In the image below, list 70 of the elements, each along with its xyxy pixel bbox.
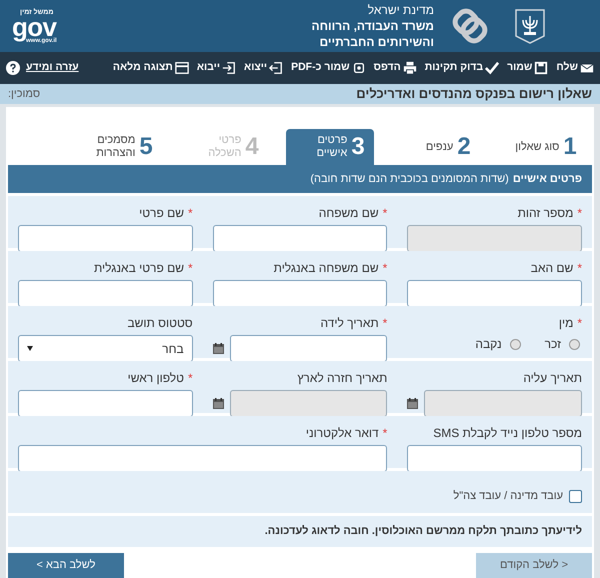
toolbar-button[interactable]: בדוק תקינות <box>424 60 500 76</box>
radio-button[interactable] <box>510 338 521 350</box>
text-field[interactable] <box>212 225 388 252</box>
ministry-name: משרד העבודה, הרווחה <box>311 18 434 34</box>
required-mark: * <box>382 262 388 274</box>
field-label: סטטוס תושב <box>127 315 193 332</box>
checkbox[interactable] <box>569 490 582 502</box>
printer-icon <box>402 61 417 75</box>
field-label: מספר זהות <box>518 205 574 222</box>
text-field[interactable] <box>407 445 582 472</box>
window-icon <box>174 61 189 75</box>
section-note: (שדות המסומנים בכוכבית הנם שדות חובה) <box>310 172 509 187</box>
calendar-icon[interactable] <box>407 398 418 409</box>
state-name: מדינת ישראל <box>366 2 434 18</box>
text-field[interactable] <box>18 390 193 417</box>
radio-button[interactable] <box>569 338 580 350</box>
required-mark: * <box>188 207 193 219</box>
checkmark-icon <box>485 61 500 75</box>
required-mark: * <box>577 207 582 219</box>
text-field[interactable] <box>212 280 388 307</box>
required-mark: * <box>577 317 582 329</box>
calendar-icon[interactable] <box>212 343 224 354</box>
field-label: שם פרטי <box>139 205 184 222</box>
dropdown-arrow-icon <box>27 346 33 351</box>
toolbar-button[interactable]: תצוגה מלאה <box>112 60 189 76</box>
toolbar-button[interactable]: ייצוא <box>244 60 284 76</box>
required-mark: * <box>188 372 193 384</box>
required-mark: * <box>188 262 193 274</box>
reference-label: סמוכין: <box>8 86 40 102</box>
export-icon <box>269 61 284 75</box>
checkbox-label: עובד מדינה / עובד צה"ל <box>453 488 563 504</box>
required-mark: * <box>382 207 388 219</box>
section-title: פרטים אישיים <box>512 172 582 187</box>
form-title: שאלון רישום בפנקס מהנדסים ואדריכלים <box>356 85 592 104</box>
field-label: מספר טלפון נייד לקבלת SMS <box>433 425 582 442</box>
radio-label: נקבה <box>475 336 502 353</box>
field-label: תאריך לידה <box>320 315 379 332</box>
field-label: שם משפחה <box>318 205 379 222</box>
toolbar-button[interactable]: הדפס <box>374 60 417 76</box>
field-label: שם פרטי באנגלית <box>94 260 184 277</box>
required-mark: * <box>577 262 582 274</box>
field-label: שם האב <box>530 260 574 277</box>
date-field[interactable] <box>230 335 388 362</box>
field-label: תאריך חזרה לארץ <box>297 370 388 387</box>
document-icon <box>352 61 366 75</box>
toolbar-button[interactable]: שמור כ-PDF <box>291 60 366 76</box>
toolbar-button[interactable]: שמור <box>507 60 548 76</box>
text-field[interactable] <box>18 280 193 307</box>
radio-label: זכר <box>544 336 561 353</box>
field-label: מין <box>558 315 574 332</box>
required-mark: * <box>382 427 388 439</box>
notice-text: לידיעתך כתובתך תלקח ממרשם האוכלוסין. חובה לדאוג לעדכונה. <box>264 524 582 540</box>
help-link[interactable]: עזרה ומידע <box>26 60 79 76</box>
calendar-icon[interactable] <box>212 398 224 409</box>
ministry-name: והשירותים החברתיים <box>318 34 434 50</box>
field-label: שם משפחה באנגלית <box>274 260 379 277</box>
field-label: תאריך עליה <box>523 370 582 387</box>
text-field[interactable] <box>18 225 193 252</box>
dropdown[interactable]: בחר <box>18 335 193 362</box>
import-icon <box>222 61 236 75</box>
text-field[interactable] <box>407 280 582 307</box>
toolbar-button[interactable]: שלח <box>556 60 594 76</box>
required-mark: * <box>382 317 388 329</box>
help-icon <box>6 61 20 75</box>
toolbar-button[interactable]: ייבוא <box>196 60 236 76</box>
field-label: טלפון ראשי <box>128 370 184 387</box>
field-label: דואר אלקטרוני <box>306 425 379 442</box>
next-step-button[interactable]: לשלב הבא > <box>8 553 124 578</box>
emblem-icon <box>514 8 546 44</box>
email-field[interactable] <box>18 445 388 472</box>
